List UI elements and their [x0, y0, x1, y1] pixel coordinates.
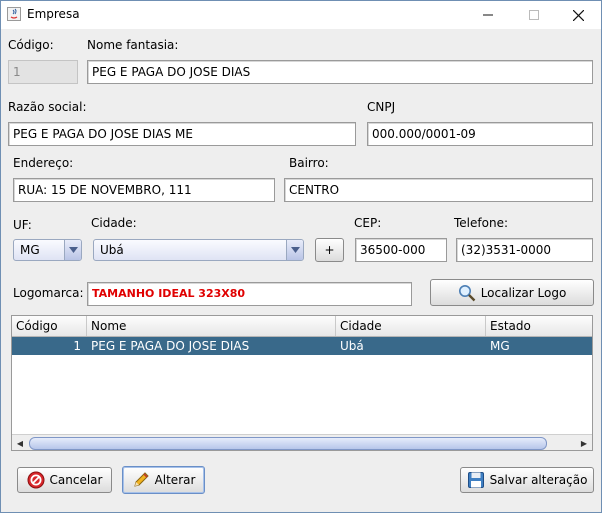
column-header-estado[interactable]: Estado — [486, 316, 592, 336]
add-cidade-button[interactable]: + — [315, 238, 344, 262]
uf-selected-value: MG — [20, 243, 40, 257]
cancel-icon — [27, 471, 45, 489]
cell-nome: PEG E PAGA DO JOSE DIAS — [91, 339, 250, 353]
chevron-down-icon — [286, 240, 303, 260]
magnifier-icon — [458, 284, 476, 301]
alterar-label: Alterar — [154, 473, 196, 487]
cancelar-button[interactable]: Cancelar — [17, 467, 112, 493]
add-button-label: + — [324, 243, 335, 257]
cancelar-label: Cancelar — [49, 473, 103, 487]
endereco-label: Endereço: — [13, 156, 74, 170]
localizar-logo-button[interactable]: Localizar Logo — [430, 279, 594, 306]
endereco-field[interactable]: RUA: 15 DE NOVEMBRO, 111 — [13, 178, 275, 202]
empresa-window: Empresa Código: Nome fantasia: 1 PEG E P… — [0, 0, 602, 513]
nome-fantasia-label: Nome fantasia: — [87, 38, 179, 52]
bairro-label: Bairro: — [289, 156, 329, 170]
cidade-select[interactable]: Ubá — [93, 239, 304, 261]
column-header-nome[interactable]: Nome — [87, 316, 336, 336]
razao-social-label: Razão social: — [8, 100, 87, 114]
uf-select[interactable]: MG — [13, 239, 82, 261]
cep-label: CEP: — [354, 216, 382, 230]
scroll-thumb[interactable] — [29, 437, 547, 450]
close-icon — [572, 9, 584, 21]
alterar-button[interactable]: Alterar — [122, 466, 205, 494]
cell-cidade: Ubá — [340, 339, 364, 353]
cidade-selected-value: Ubá — [100, 243, 124, 257]
cell-estado: MG — [490, 339, 510, 353]
save-floppy-icon — [467, 472, 484, 488]
chevron-down-icon — [64, 240, 81, 260]
cnpj-field[interactable]: 000.000/0001-09 — [367, 122, 593, 146]
empresa-table[interactable]: Código Nome Cidade Estado 1 PEG E PAGA D… — [11, 315, 593, 451]
cnpj-label: CNPJ — [367, 100, 396, 114]
scroll-right-icon[interactable]: ▶ — [576, 435, 592, 450]
logomarca-label: Logomarca: — [13, 286, 84, 300]
minimize-button[interactable] — [465, 1, 511, 29]
salvar-alteracao-label: Salvar alteração — [489, 473, 588, 487]
window-title: Empresa — [27, 7, 80, 21]
title-bar: Empresa — [1, 1, 601, 29]
column-header-cidade[interactable]: Cidade — [336, 316, 486, 336]
pencil-icon — [133, 472, 149, 487]
table-row[interactable]: 1 PEG E PAGA DO JOSE DIAS Ubá MG — [12, 337, 592, 355]
logomarca-field[interactable]: TAMANHO IDEAL 323X80 — [87, 282, 412, 306]
codigo-label: Código: — [8, 38, 54, 52]
telefone-label: Telefone: — [454, 216, 508, 230]
close-button[interactable] — [555, 1, 601, 29]
cell-codigo: 1 — [73, 339, 81, 353]
maximize-icon — [529, 10, 539, 20]
nome-fantasia-field[interactable]: PEG E PAGA DO JOSE DIAS — [87, 60, 593, 84]
cidade-label: Cidade: — [91, 216, 137, 230]
localizar-logo-label: Localizar Logo — [480, 285, 567, 300]
column-header-codigo[interactable]: Código — [12, 316, 87, 336]
razao-social-field[interactable]: PEG E PAGA DO JOSE DIAS ME — [8, 122, 356, 146]
telefone-field[interactable]: (32)3531-0000 — [456, 238, 593, 262]
maximize-button[interactable] — [511, 1, 557, 29]
salvar-alteracao-button[interactable]: Salvar alteração — [460, 467, 594, 493]
java-app-icon — [7, 7, 21, 21]
minimize-icon — [483, 14, 493, 16]
horizontal-scrollbar[interactable]: ◀ ▶ — [12, 434, 592, 450]
bairro-field[interactable]: CENTRO — [284, 178, 593, 202]
table-header: Código Nome Cidade Estado — [12, 316, 592, 337]
cep-field[interactable]: 36500-000 — [355, 238, 447, 262]
codigo-field: 1 — [8, 60, 78, 84]
scroll-left-icon[interactable]: ◀ — [12, 435, 28, 450]
uf-label: UF: — [13, 218, 32, 232]
